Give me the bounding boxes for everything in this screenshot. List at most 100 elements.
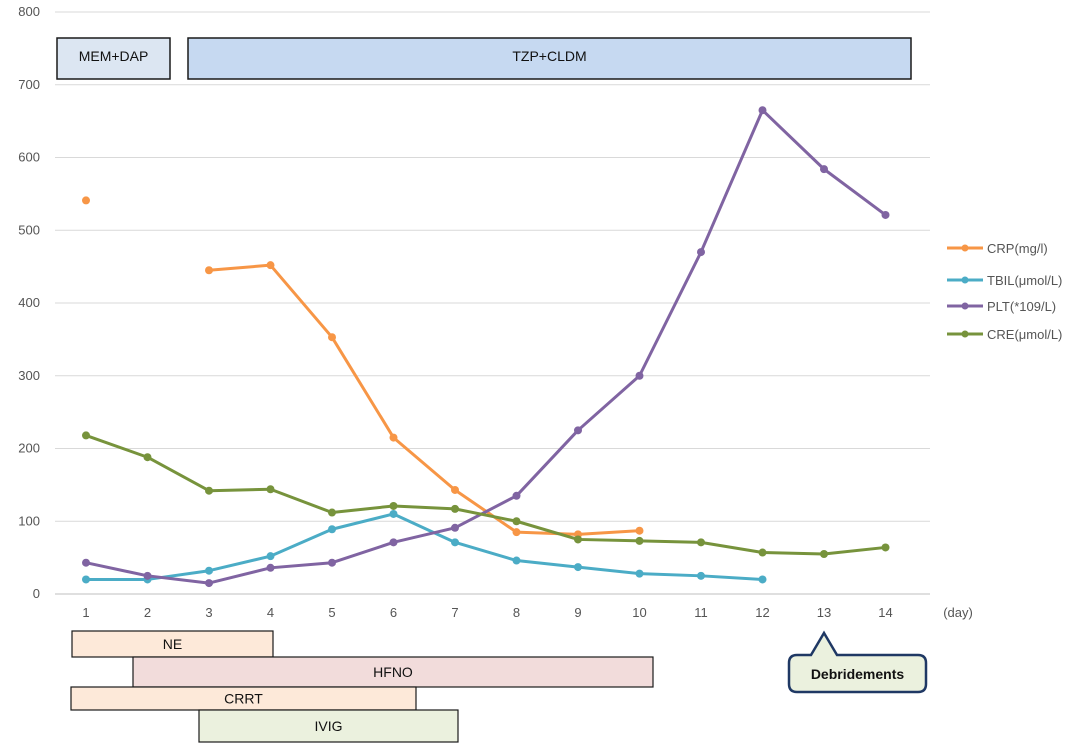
legend-label-tbil: TBIL(μmol/L) <box>987 273 1062 288</box>
x-tick-label: 9 <box>574 605 581 620</box>
point-cre <box>697 538 705 547</box>
point-tbil <box>512 556 521 565</box>
point-plt <box>143 571 152 580</box>
point-crp <box>266 261 275 270</box>
y-tick-label: 800 <box>18 4 40 19</box>
point-cre <box>143 453 152 462</box>
x-tick-label: 13 <box>817 605 831 620</box>
point-tbil <box>266 552 275 561</box>
point-crp <box>328 333 336 342</box>
point-crp <box>82 196 90 205</box>
treatment-label-ivig: IVIG <box>314 718 342 734</box>
point-plt <box>512 491 521 500</box>
callout-label: Debridements <box>811 666 905 682</box>
y-tick-label: 0 <box>33 586 40 601</box>
point-plt <box>881 210 890 219</box>
x-tick-label: 5 <box>328 605 335 620</box>
x-axis-unit: (day) <box>943 605 973 620</box>
x-tick-label: 12 <box>755 605 769 620</box>
point-plt <box>635 371 644 380</box>
point-plt <box>574 426 582 435</box>
treatment-label-crrt: CRRT <box>224 691 263 707</box>
point-tbil <box>635 569 644 578</box>
point-tbil <box>451 538 459 547</box>
point-plt <box>266 563 275 572</box>
legend-marker-crp <box>961 244 969 252</box>
y-tick-label: 500 <box>18 222 40 237</box>
point-tbil <box>82 575 90 584</box>
point-cre <box>451 504 459 513</box>
x-tick-label: 6 <box>390 605 397 620</box>
point-cre <box>266 485 275 494</box>
series-cre <box>82 431 890 558</box>
legend: CRP(mg/l) TBIL(μmol/L) PLT(*109/L) CRE(μmol… <box>947 241 1062 342</box>
legend-marker-plt <box>961 302 969 310</box>
antibiotic-bars: MEM+DAP TZP+CLDM <box>56 37 912 80</box>
x-tick-label: 1 <box>82 605 89 620</box>
point-plt <box>758 106 767 115</box>
x-tick-label: 2 <box>144 605 151 620</box>
series-line-plt <box>85 108 887 585</box>
point-tbil <box>389 509 398 518</box>
point-cre <box>635 536 644 545</box>
y-tick-label: 700 <box>18 77 40 92</box>
legend-label-cre: CRE(μmol/L) <box>987 327 1062 342</box>
x-tick-label: 8 <box>513 605 520 620</box>
x-tick-label: 4 <box>267 605 274 620</box>
point-cre <box>820 549 828 558</box>
point-plt <box>205 579 213 588</box>
bar-label-tzp-cldm: TZP+CLDM <box>512 48 586 64</box>
point-cre <box>389 501 398 510</box>
point-tbil <box>697 571 705 580</box>
series-line-cre <box>85 433 886 556</box>
point-crp <box>205 266 213 275</box>
legend-marker-tbil <box>961 276 969 284</box>
bar-label-mem-dap: MEM+DAP <box>79 48 149 64</box>
point-cre <box>205 486 213 495</box>
point-crp <box>512 528 521 537</box>
point-crp <box>635 526 644 535</box>
x-tick-label: 3 <box>205 605 212 620</box>
treatment-label-hfno: HFNO <box>373 664 413 680</box>
point-plt <box>328 558 336 567</box>
point-tbil <box>205 566 213 575</box>
point-crp <box>389 433 398 442</box>
y-axis: 0 100 200 300 400 500 600 700 800 <box>18 4 40 601</box>
point-cre <box>512 517 521 526</box>
x-tick-label: 10 <box>632 605 646 620</box>
point-cre <box>758 548 767 557</box>
x-axis: 1 2 3 4 5 6 7 8 9 10 11 12 13 14 (day) <box>82 605 972 620</box>
point-cre <box>328 508 336 517</box>
y-tick-label: 100 <box>18 513 40 528</box>
point-plt <box>697 248 705 257</box>
point-plt <box>820 165 828 174</box>
x-tick-label: 7 <box>451 605 458 620</box>
y-tick-label: 600 <box>18 150 40 165</box>
callout-box <box>787 630 928 694</box>
point-plt <box>451 523 459 532</box>
y-tick-label: 400 <box>18 295 40 310</box>
point-tbil <box>758 575 767 584</box>
series-crp <box>82 196 644 539</box>
point-plt <box>82 558 90 567</box>
debridements-callout: Debridements <box>787 630 928 694</box>
line-chart: 0100200300400500600700800 1 2 3 4 5 6 7 8 9 10 11 1… <box>18 4 1062 743</box>
point-tbil <box>328 525 336 534</box>
series-lines <box>82 106 890 588</box>
series-line-tbil <box>86 512 763 581</box>
y-tick-label: 300 <box>18 368 40 383</box>
legend-label-crp: CRP(mg/l) <box>987 241 1048 256</box>
point-crp <box>451 485 459 494</box>
point-cre <box>881 543 890 552</box>
treatment-bars: NE HFNO CRRT IVIG <box>70 630 654 743</box>
x-tick-label: 14 <box>878 605 892 620</box>
point-cre <box>82 431 90 440</box>
point-plt <box>389 538 398 547</box>
x-tick-label: 11 <box>694 605 708 620</box>
treatment-label-ne: NE <box>163 636 182 652</box>
point-tbil <box>574 563 582 572</box>
y-tick-label: 200 <box>18 441 40 456</box>
series-line-crp <box>208 263 640 536</box>
point-cre <box>574 535 582 544</box>
legend-label-plt: PLT(*109/L) <box>987 299 1056 314</box>
